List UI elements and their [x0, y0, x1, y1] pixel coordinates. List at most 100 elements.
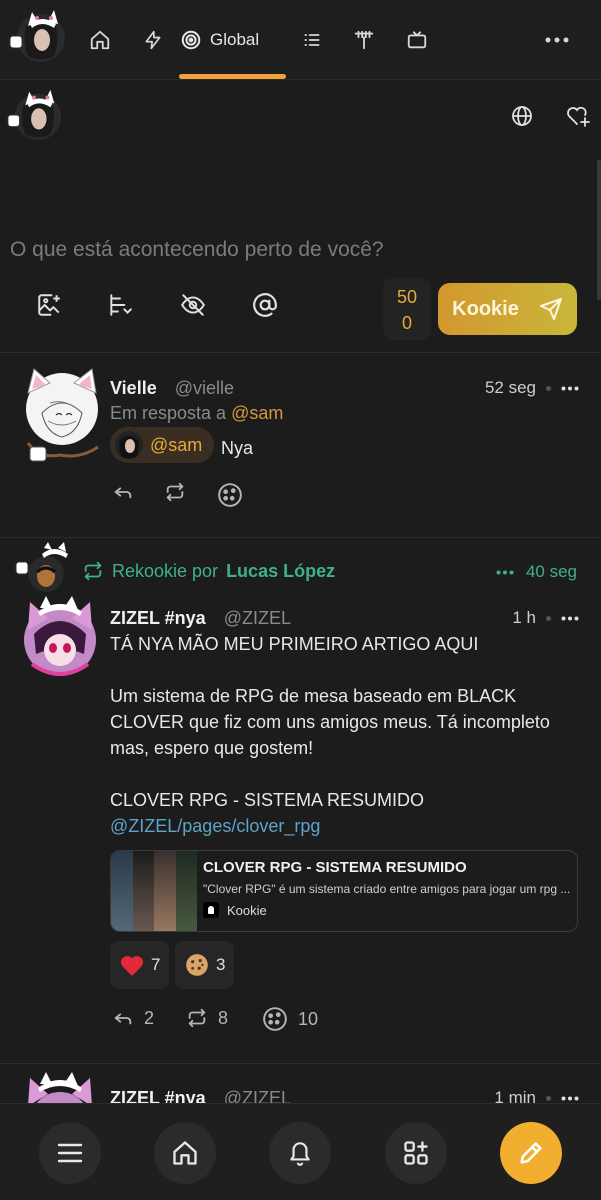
- author-name[interactable]: Vielle: [110, 378, 157, 399]
- rekookie-timestamp[interactable]: 40 seg: [526, 562, 577, 582]
- counter-value: 50: [396, 287, 418, 307]
- tv-nav-button[interactable]: [401, 24, 433, 56]
- separator-dot: [546, 615, 551, 621]
- home-icon: [173, 1141, 197, 1165]
- post-paragraph: Um sistema de RPG de mesa baseado em BLA…: [110, 686, 550, 758]
- tab-global-label: Global: [210, 30, 260, 49]
- rekookie-button[interactable]: 8: [186, 1007, 228, 1029]
- reaction-heart[interactable]: 7: [110, 941, 170, 989]
- more-menu-button[interactable]: [541, 24, 573, 56]
- rekookie-button[interactable]: [164, 481, 186, 503]
- post-more-icon[interactable]: [561, 616, 579, 621]
- pencil-icon: [520, 1142, 542, 1164]
- tv-icon: [407, 31, 427, 49]
- home-icon: [90, 30, 110, 50]
- poll-icon: [110, 294, 132, 316]
- send-icon: [539, 298, 562, 320]
- author-handle[interactable]: @ZIZEL: [224, 1088, 291, 1104]
- post-timestamp[interactable]: 1 h: [512, 608, 536, 628]
- rekookie-count: 8: [218, 1007, 229, 1028]
- widgets-button[interactable]: [385, 1122, 447, 1184]
- composer-input[interactable]: O que está acontecendo perto de você?: [10, 238, 384, 262]
- hamburger-icon: [57, 1143, 83, 1163]
- top-navigation: Global: [0, 0, 601, 80]
- reaction-count: 7: [151, 955, 161, 974]
- cookie-icon: [218, 483, 242, 507]
- character-counter: 50 0: [383, 278, 431, 340]
- separator-dot: [546, 1095, 551, 1101]
- reaction-cookie[interactable]: 3: [175, 941, 235, 989]
- home-nav-button[interactable]: [84, 24, 116, 56]
- post-zizel-rekookie[interactable]: Rekookie por Lucas López 40 seg ZIZEL #n…: [0, 538, 601, 1064]
- rekookie-banner: Rekookie por Lucas López: [82, 560, 335, 582]
- visibility-globe-button[interactable]: [510, 104, 534, 128]
- post-body: TÁ NYA MÃO MEU PRIMEIRO ARTIGO AQUI Um s…: [110, 631, 580, 839]
- tab-global[interactable]: Global: [180, 24, 259, 56]
- heart-plus-icon: [567, 106, 590, 127]
- menu-button[interactable]: [39, 1122, 101, 1184]
- rekookie-prefix: Rekookie por: [112, 560, 219, 581]
- activity-nav-button[interactable]: [137, 24, 169, 56]
- link-preview-title: CLOVER RPG - SISTEMA RESUMIDO: [203, 859, 467, 876]
- global-spiral-icon: [181, 30, 201, 50]
- rekookie-avatar-lucas[interactable]: [14, 542, 72, 594]
- reply-button[interactable]: 2: [112, 1007, 154, 1029]
- post-zizel-2[interactable]: ZIZEL #nya @ZIZEL 1 min: [0, 1064, 601, 1104]
- reply-count: 2: [144, 1007, 155, 1028]
- separator-dot: [546, 385, 551, 391]
- post-more-icon[interactable]: [561, 1096, 579, 1101]
- author-handle[interactable]: @vielle: [175, 378, 234, 399]
- list-icon: [304, 34, 320, 46]
- post-link[interactable]: @ZIZEL/pages/clover_rpg: [110, 813, 580, 839]
- link-preview-card[interactable]: CLOVER RPG - SISTEMA RESUMIDO "Clover RP…: [110, 850, 578, 932]
- author-name[interactable]: ZIZEL #nya: [110, 608, 206, 629]
- reply-prefix: Em resposta a: [110, 403, 227, 423]
- at-sign-icon: [253, 293, 277, 317]
- site-favicon-icon: [203, 902, 219, 918]
- user-avatar[interactable]: [8, 6, 66, 64]
- mention-button[interactable]: [250, 290, 280, 320]
- post-headline: TÁ NYA MÃO MEU PRIMEIRO ARTIGO AQUI: [110, 634, 479, 654]
- post-more-icon[interactable]: [561, 386, 579, 391]
- reply-mention-link[interactable]: @sam: [231, 403, 283, 423]
- composer-scrollbar[interactable]: [597, 160, 601, 300]
- home-button[interactable]: [154, 1122, 216, 1184]
- author-name[interactable]: ZIZEL #nya: [110, 1088, 206, 1104]
- add-favorite-button[interactable]: [565, 104, 591, 128]
- post-avatar-vielle[interactable]: [20, 363, 100, 463]
- heart-icon: [120, 956, 144, 976]
- bolt-icon: [145, 30, 161, 50]
- cookie-count: 10: [298, 1008, 319, 1029]
- more-icon: [545, 37, 569, 43]
- image-plus-icon: [38, 294, 60, 316]
- post-timestamp[interactable]: 1 min: [494, 1088, 536, 1104]
- add-poll-button[interactable]: [105, 290, 135, 320]
- eye-off-icon: [181, 294, 205, 316]
- widgets-add-icon: [404, 1141, 428, 1165]
- add-image-button[interactable]: [34, 290, 64, 320]
- author-handle[interactable]: @ZIZEL: [224, 608, 291, 629]
- mention-chip[interactable]: @sam: [110, 427, 215, 463]
- reply-button[interactable]: [112, 481, 134, 503]
- cookie-icon: [186, 954, 208, 976]
- reply-icon: [114, 1013, 132, 1025]
- post-vielle[interactable]: Vielle @vielle 52 seg Em resposta a @sam…: [0, 353, 601, 538]
- post-timestamp[interactable]: 52 seg: [485, 378, 536, 398]
- content-warning-button[interactable]: [178, 290, 208, 320]
- repost-icon: [84, 561, 102, 581]
- rekookie-more-icon[interactable]: [496, 570, 514, 575]
- cookie-react-button[interactable]: 10: [262, 1006, 318, 1032]
- lists-nav-button[interactable]: [296, 24, 328, 56]
- mention-avatar: [115, 431, 143, 459]
- cookie-react-button[interactable]: [217, 482, 243, 508]
- send-kookie-button[interactable]: Kookie: [438, 283, 577, 335]
- cookie-icon: [263, 1007, 287, 1031]
- post-avatar-zizel[interactable]: [20, 1070, 100, 1104]
- post-avatar-zizel[interactable]: [20, 594, 100, 678]
- compose-button[interactable]: [500, 1122, 562, 1184]
- link-preview-thumbnail: [111, 851, 197, 931]
- rekookie-user-link[interactable]: Lucas López: [226, 561, 335, 582]
- link-preview-site: Kookie: [227, 902, 267, 918]
- antenna-nav-button[interactable]: [348, 24, 380, 56]
- notifications-button[interactable]: [269, 1122, 331, 1184]
